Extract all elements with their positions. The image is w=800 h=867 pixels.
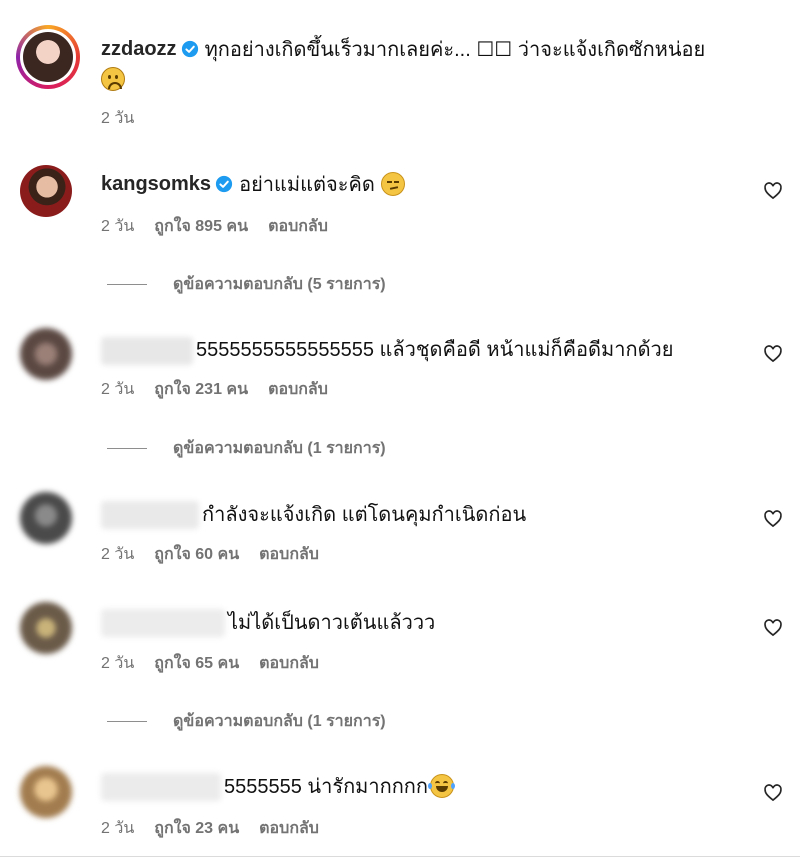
heart-outline-icon[interactable] [763,509,783,529]
avatar[interactable] [20,328,72,380]
reply-button[interactable]: ตอบกลับ [259,542,319,567]
post-caption: ทุกอย่างเกิดขึ้นเร็วมากเลยค่ะ... ☐☐ ว่าจ… [204,39,706,61]
view-replies-button[interactable]: ดูข้อความตอบกลับ (1 รายการ) [107,709,386,734]
comment-text: อย่าแม่แต่จะคิด [239,174,375,196]
verified-badge-icon [215,175,233,193]
divider-line [107,448,147,449]
comment-text: ไม่ได้เป็นดาวเต้นแล้ววว [228,612,436,634]
bottom-divider [0,856,800,867]
avatar[interactable] [20,492,72,544]
post-username[interactable]: zzdaozz [101,38,177,61]
avatar-photo [23,32,73,82]
view-replies-label: ดูข้อความตอบกลับ (1 รายการ) [173,440,386,457]
comment-time[interactable]: 2 วัน [101,377,134,402]
comment-username-blurred[interactable] [101,609,225,637]
like-count[interactable]: ถูกใจ 60 คน [154,542,239,567]
like-count[interactable]: ถูกใจ 65 คน [154,651,239,676]
avatar[interactable] [20,602,72,654]
smirk-emoji-icon [380,172,405,196]
comment-username-blurred[interactable] [101,501,199,529]
view-replies-button[interactable]: ดูข้อความตอบกลับ (1 รายการ) [107,436,386,461]
comment-time[interactable]: 2 วัน [101,816,134,841]
tears-of-joy-emoji-icon [428,774,456,798]
avatar[interactable] [20,165,72,217]
reply-button[interactable]: ตอบกลับ [268,377,328,402]
divider-line [107,284,147,285]
comment-text: กำลังจะแจ้งเกิด แต่โดนคุมกำเนิดก่อน [202,504,527,526]
comment-text: 5555555 น่ารักมากกกก [224,776,429,798]
comment-time[interactable]: 2 วัน [101,214,134,239]
verified-badge-icon [181,40,198,58]
view-replies-label: ดูข้อความตอบกลับ (1 รายการ) [173,713,386,730]
post-time[interactable]: 2 วัน [101,106,134,131]
view-replies-button[interactable]: ดูข้อความตอบกลับ (5 รายการ) [107,272,386,297]
comment-text: 5555555555555555 แล้วชุดคือดี หน้าแม่ก็ค… [196,339,674,361]
divider-line [107,721,147,722]
comment-time[interactable]: 2 วัน [101,542,134,567]
like-count[interactable]: ถูกใจ 895 คน [154,214,248,239]
reply-button[interactable]: ตอบกลับ [259,651,319,676]
comment-username[interactable]: kangsomks [101,173,211,196]
heart-outline-icon[interactable] [763,783,783,803]
reply-button[interactable]: ตอบกลับ [259,816,319,841]
like-count[interactable]: ถูกใจ 23 คน [154,816,239,841]
comment-time[interactable]: 2 วัน [101,651,134,676]
comment-username-blurred[interactable] [101,773,221,801]
like-count[interactable]: ถูกใจ 231 คน [154,377,248,402]
heart-outline-icon[interactable] [763,181,783,201]
reply-button[interactable]: ตอบกลับ [268,214,328,239]
heart-outline-icon[interactable] [763,344,783,364]
avatar[interactable] [20,766,72,818]
view-replies-label: ดูข้อความตอบกลับ (5 รายการ) [173,276,386,293]
heart-outline-icon[interactable] [763,618,783,638]
frown-emoji-icon [101,67,125,91]
comment-username-blurred[interactable] [101,337,193,365]
